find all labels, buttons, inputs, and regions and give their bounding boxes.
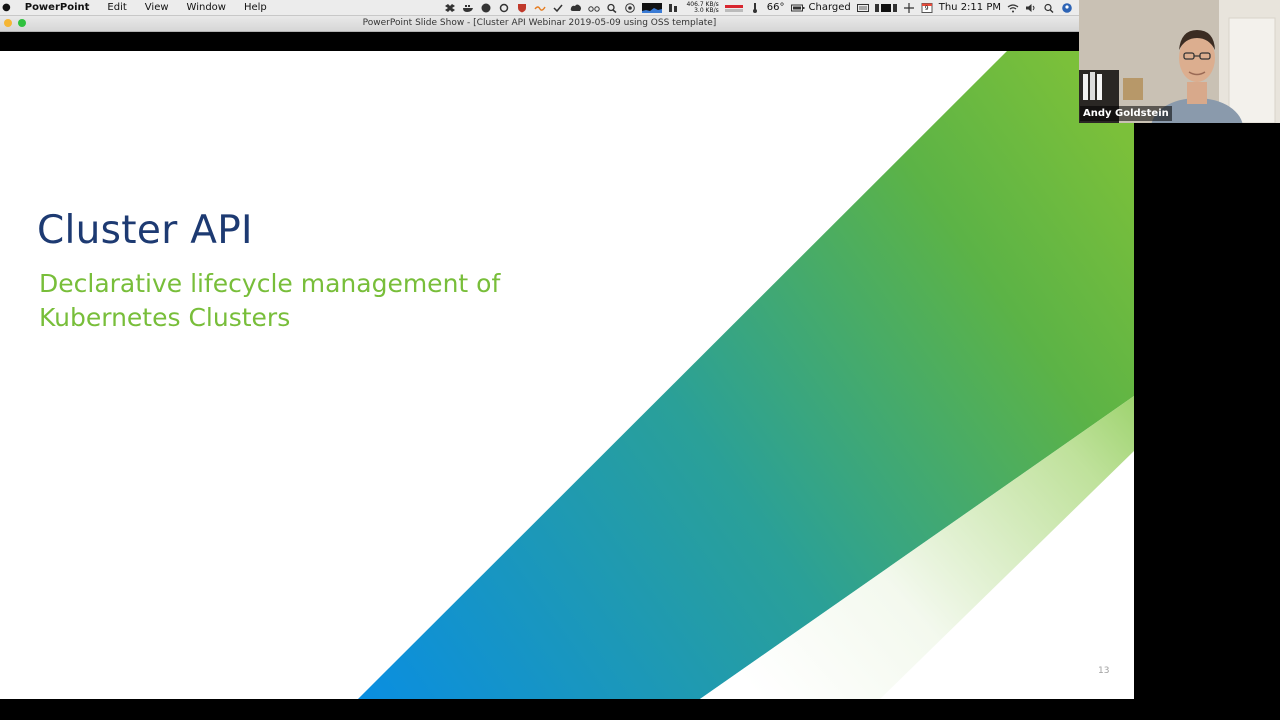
slide-title: Cluster API [37,208,253,253]
wave-icon[interactable] [534,3,547,13]
slide[interactable]: Cluster API Declarative lifecycle manage… [0,51,1134,699]
status-area: 406.7 KB/s 3.0 KB/s 66° Charged 9 Thu 2:… [444,1,1079,14]
slide-subtitle-line-1: Declarative lifecycle management of [39,269,501,298]
memory-bars-icon[interactable] [668,3,680,13]
menu-window[interactable]: Window [178,0,235,15]
network-graph-icon[interactable] [724,3,743,13]
wifi-icon[interactable] [1007,3,1019,13]
temperature-value[interactable]: 66° [767,2,785,13]
menu-view[interactable]: View [136,0,178,15]
app-menu-powerpoint[interactable]: PowerPoint [15,0,99,15]
apple-icon[interactable]: ● [0,0,15,15]
slide-background-graphic [358,51,1134,699]
menu-edit[interactable]: Edit [98,0,135,15]
glasses-icon[interactable] [588,3,601,13]
participant-name-label: Andy Goldstein [1080,106,1172,121]
diagonal-color-band [358,51,1134,699]
webcam-thumbnail[interactable]: Andy Goldstein [1079,0,1280,123]
move-icon[interactable] [903,2,915,13]
temperature-icon [749,2,761,13]
clock[interactable]: Thu 2:11 PM [939,2,1001,13]
zoom-window-button[interactable] [18,19,26,27]
slide-subtitle: Declarative lifecycle management of Kube… [39,267,599,335]
target-icon[interactable] [624,2,636,13]
sync-icon[interactable] [498,3,510,13]
keyboard-icon[interactable] [856,3,869,13]
menu-help[interactable]: Help [235,0,276,15]
slide-subtitle-line-2: Kubernetes Clusters [39,303,291,332]
volume-icon[interactable] [1025,3,1037,13]
menu-bar: ● PowerPoint Edit View Window Help 406.7… [0,0,1079,16]
calendar-day: 9 [924,4,929,12]
globe-icon[interactable] [480,3,492,13]
window-title-bar: PowerPoint Slide Show - [Cluster API Web… [0,16,1079,32]
cloud-icon[interactable] [570,3,582,13]
battery-icon [790,3,804,13]
docker-icon[interactable] [462,3,474,13]
network-download-rate: 3.0 KB/s [694,6,719,14]
network-rate: 406.7 KB/s 3.0 KB/s [686,1,719,14]
cpu-graph-icon[interactable] [642,2,663,13]
shield-icon[interactable] [516,3,528,13]
dropbox-icon[interactable] [444,3,456,13]
window-title: PowerPoint Slide Show - [Cluster API Web… [362,18,717,28]
app-menus: ● PowerPoint Edit View Window Help [0,0,276,15]
minimize-window-button[interactable] [4,19,12,27]
checkmark-icon[interactable] [552,3,564,13]
spotlight-search-icon[interactable] [1043,3,1055,13]
window-controls [4,19,26,27]
calendar-icon[interactable]: 9 [921,2,933,13]
magnifier-icon[interactable] [606,3,618,13]
slide-number: 13 [1098,666,1110,676]
webcam-video-image [1079,0,1280,123]
display-icon[interactable] [874,3,897,13]
battery-status[interactable]: Charged [809,2,851,13]
user-menu-icon[interactable] [1061,2,1073,13]
